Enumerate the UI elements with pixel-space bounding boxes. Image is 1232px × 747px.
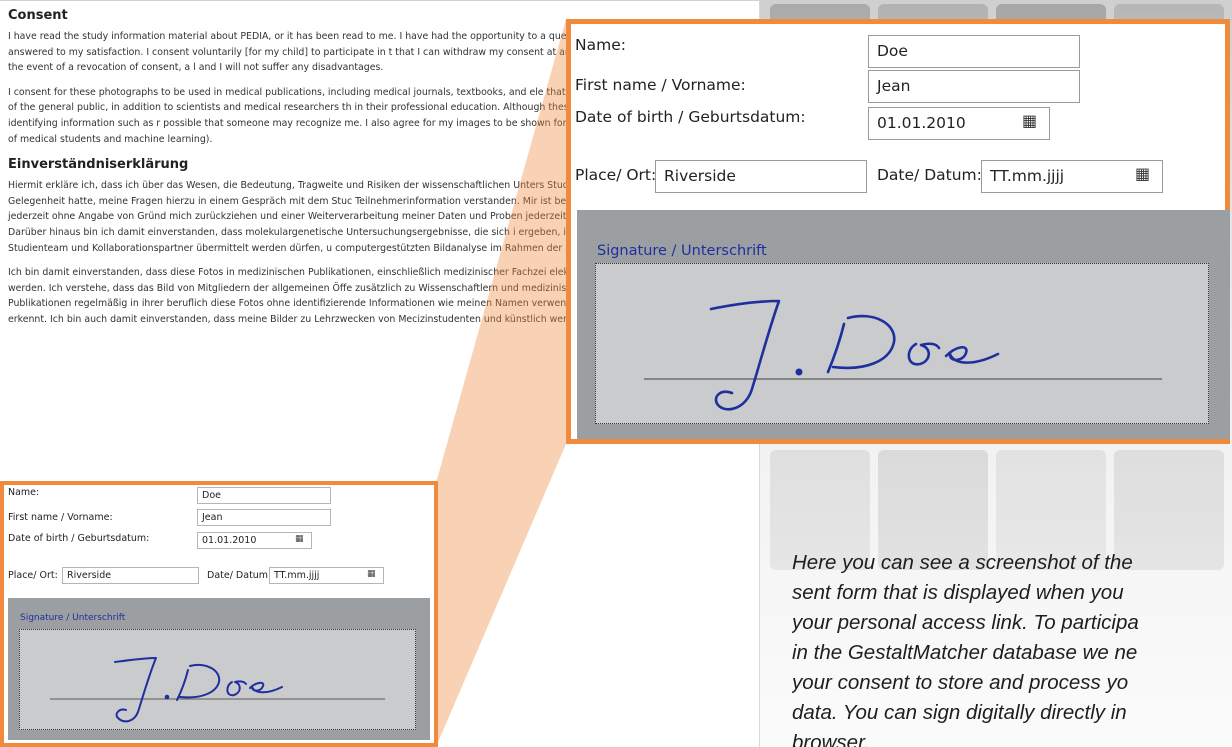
name-label: Name: (575, 36, 626, 54)
calendar-icon[interactable]: ▦ (1135, 164, 1150, 183)
calendar-icon[interactable]: ▦ (295, 534, 304, 544)
place-input[interactable]: Riverside (62, 567, 199, 584)
dob-label: Date of birth / Geburtsdatum: (575, 108, 806, 126)
consent-form-small: Name: Doe First name / Vorname: Jean Dat… (0, 481, 438, 747)
caption-line-4: in the GestaltMatcher database we ne (792, 641, 1138, 664)
place-input[interactable]: Riverside (655, 160, 867, 193)
place-label: Place/ Ort: (8, 570, 58, 581)
name-input[interactable]: Doe (197, 487, 331, 504)
caption-line-6: data. You can sign digitally directly in (792, 701, 1127, 724)
caption-line-5: your consent to store and process yo (792, 671, 1129, 694)
name-input[interactable]: Doe (868, 35, 1080, 68)
first-name-input[interactable]: Jean (868, 70, 1080, 103)
caption-line-2: sent form that is displayed when you (792, 581, 1124, 604)
calendar-icon[interactable]: ▦ (367, 569, 376, 579)
explanation-caption: Here you can see a screenshot of the sen… (792, 548, 1232, 747)
date-label: Date/ Datum: (207, 570, 272, 581)
consent-form-zoomed: Name: Doe First name / Vorname: Jean Dat… (566, 19, 1230, 444)
first-name-label: First name / Vorname: (8, 512, 113, 523)
signature-label: Signature / Unterschrift (597, 243, 767, 259)
signature-ink (709, 299, 1000, 411)
place-label: Place/ Ort: (575, 166, 657, 184)
signature-drawing (50, 657, 385, 723)
signature-panel: Signature / Unterschrift (577, 210, 1230, 439)
caption-line-3: your personal access link. To participa (792, 611, 1139, 634)
signature-pad[interactable] (595, 263, 1209, 424)
name-label: Name: (8, 487, 40, 498)
signature-pad[interactable] (19, 629, 416, 730)
calendar-icon[interactable]: ▦ (1022, 111, 1037, 130)
caption-line-1: Here you can see a screenshot of the (792, 551, 1133, 574)
signature-drawing (644, 299, 1162, 411)
date-label: Date/ Datum: (877, 166, 982, 184)
signature-ink (114, 657, 283, 723)
first-name-label: First name / Vorname: (575, 76, 746, 94)
signature-panel: Signature / Unterschrift (8, 598, 430, 740)
caption-line-7: browser. (792, 731, 870, 747)
first-name-input[interactable]: Jean (197, 509, 331, 526)
signature-label: Signature / Unterschrift (20, 613, 126, 623)
dob-label: Date of birth / Geburtsdatum: (8, 533, 150, 544)
